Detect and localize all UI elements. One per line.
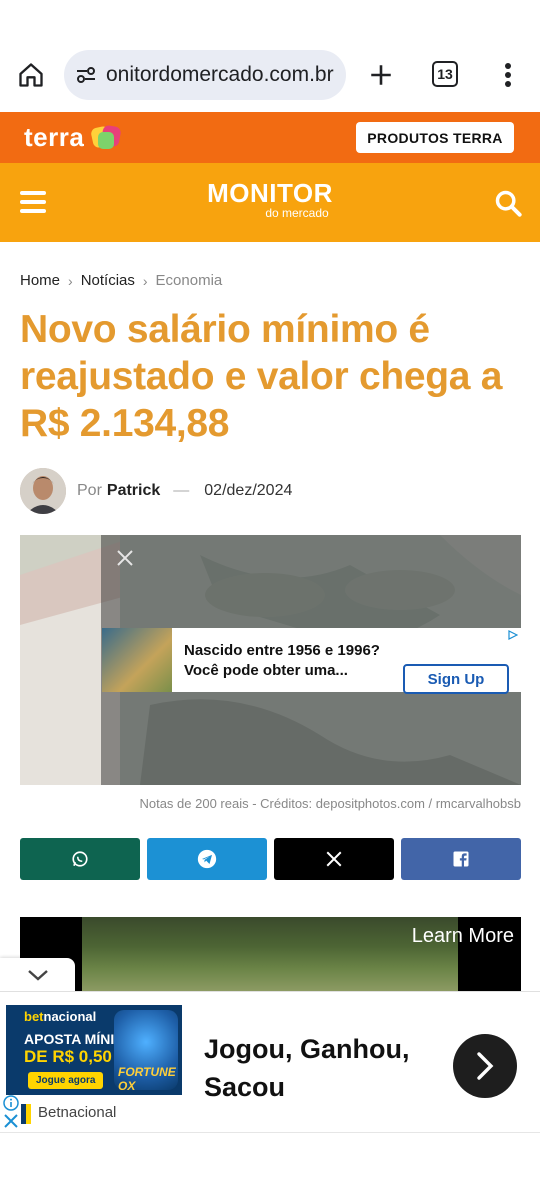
close-icon[interactable] — [3, 1113, 19, 1129]
terra-bar: terra PRODUTOS TERRA — [0, 112, 540, 163]
telegram-icon — [197, 849, 217, 869]
breadcrumb-home[interactable]: Home — [20, 272, 60, 289]
x-logo-icon — [326, 851, 342, 867]
facebook-icon — [453, 851, 469, 867]
inline-ad[interactable]: Nascido entre 1956 e 1996? Você pode obt… — [102, 628, 521, 694]
ad-thumbnail — [102, 628, 172, 692]
chevron-down-icon — [27, 970, 48, 981]
adchoices-icon[interactable] — [508, 630, 518, 640]
search-icon[interactable] — [494, 189, 522, 217]
author-row: Por Patrick — 02/dez/2024 — [20, 468, 292, 514]
share-buttons — [20, 838, 521, 880]
site-logo-subtitle: do mercado — [265, 206, 329, 220]
advertiser-logo — [21, 1104, 31, 1124]
browser-menu-button[interactable] — [496, 58, 520, 92]
ad-text-line2: Você pode obter uma... — [184, 662, 348, 679]
chevron-right-icon — [477, 1052, 494, 1080]
sign-up-button[interactable]: Sign Up — [403, 664, 509, 694]
terra-logo[interactable]: terra — [24, 122, 126, 153]
home-button[interactable] — [14, 58, 48, 92]
video-ad[interactable]: Learn More — [20, 917, 521, 991]
ad-headline: Jogou, Ganhou, Sacou — [204, 1030, 409, 1106]
date-separator: — — [173, 482, 190, 499]
share-facebook-button[interactable] — [401, 838, 521, 880]
banner-side-text — [8, 1009, 18, 1091]
breadcrumb: Home › Notícias › Economia — [20, 272, 222, 289]
banner-cta[interactable]: Jogue agora — [28, 1072, 104, 1089]
breadcrumb-separator: › — [142, 272, 148, 289]
ad-text-line1: Nascido entre 1956 e 1996? — [184, 642, 380, 659]
bottom-sticky-ad[interactable]: betnacional APOSTA MÍNIMA DE R$ 0,50 Jog… — [0, 991, 540, 1133]
terra-logo-icon — [91, 125, 121, 149]
terra-logo-text: terra — [24, 122, 85, 152]
address-bar[interactable]: onitordomercado.com.br — [64, 50, 346, 100]
breadcrumb-economia[interactable]: Economia — [156, 272, 223, 289]
site-logo[interactable]: MONITOR do mercado — [0, 179, 540, 220]
site-logo-title: MONITOR — [207, 178, 333, 208]
author-prefix: Por — [77, 482, 102, 499]
new-tab-button[interactable] — [364, 58, 398, 92]
image-caption: Notas de 200 reais - Créditos: depositph… — [139, 796, 521, 811]
article-title: Novo salário mínimo é reajustado e valor… — [20, 308, 503, 445]
share-telegram-button[interactable] — [147, 838, 267, 880]
hero-image: Nascido entre 1956 e 1996? Você pode obt… — [20, 535, 521, 785]
author-name[interactable]: Patrick — [107, 482, 160, 500]
avatar-image — [20, 468, 66, 514]
whatsapp-icon — [72, 851, 88, 867]
plus-icon — [371, 65, 391, 85]
banner-game-title: FORTUNE OX — [118, 1065, 176, 1093]
url-text[interactable]: onitordomercado.com.br — [106, 63, 334, 87]
ad-text: Nascido entre 1956 e 1996? Você pode obt… — [184, 641, 380, 681]
breadcrumb-noticias[interactable]: Notícias — [81, 272, 135, 289]
ad-open-button[interactable] — [453, 1034, 517, 1098]
share-x-button[interactable] — [274, 838, 394, 880]
banner-logo: betnacional — [24, 1009, 97, 1024]
article-date: 02/dez/2024 — [204, 482, 293, 499]
browser-toolbar: onitordomercado.com.br 13 — [0, 0, 540, 112]
ad-headline-line1: Jogou, Ganhou, — [204, 1034, 410, 1064]
tab-switcher-button[interactable]: 13 — [432, 61, 458, 87]
betnacional-banner[interactable]: betnacional APOSTA MÍNIMA DE R$ 0,50 Jog… — [6, 1005, 182, 1095]
close-ad-icon[interactable] — [116, 549, 134, 567]
author-avatar[interactable] — [20, 468, 66, 514]
site-header: MONITOR do mercado — [0, 163, 540, 242]
ad-info-icon[interactable] — [3, 1095, 19, 1111]
learn-more-link[interactable]: Learn More — [412, 925, 514, 948]
collapse-ad-button[interactable] — [0, 958, 75, 992]
home-icon — [19, 63, 43, 87]
site-settings-icon[interactable] — [74, 63, 98, 87]
more-vert-icon — [505, 63, 511, 87]
ad-headline-line2: Sacou — [204, 1072, 286, 1102]
advertiser-name: Betnacional — [38, 1104, 117, 1121]
produtos-terra-button[interactable]: PRODUTOS TERRA — [356, 122, 514, 153]
breadcrumb-separator: › — [68, 272, 73, 289]
video-frame — [82, 917, 458, 991]
share-whatsapp-button[interactable] — [20, 838, 140, 880]
banner-line2: DE R$ 0,50 — [24, 1047, 112, 1066]
